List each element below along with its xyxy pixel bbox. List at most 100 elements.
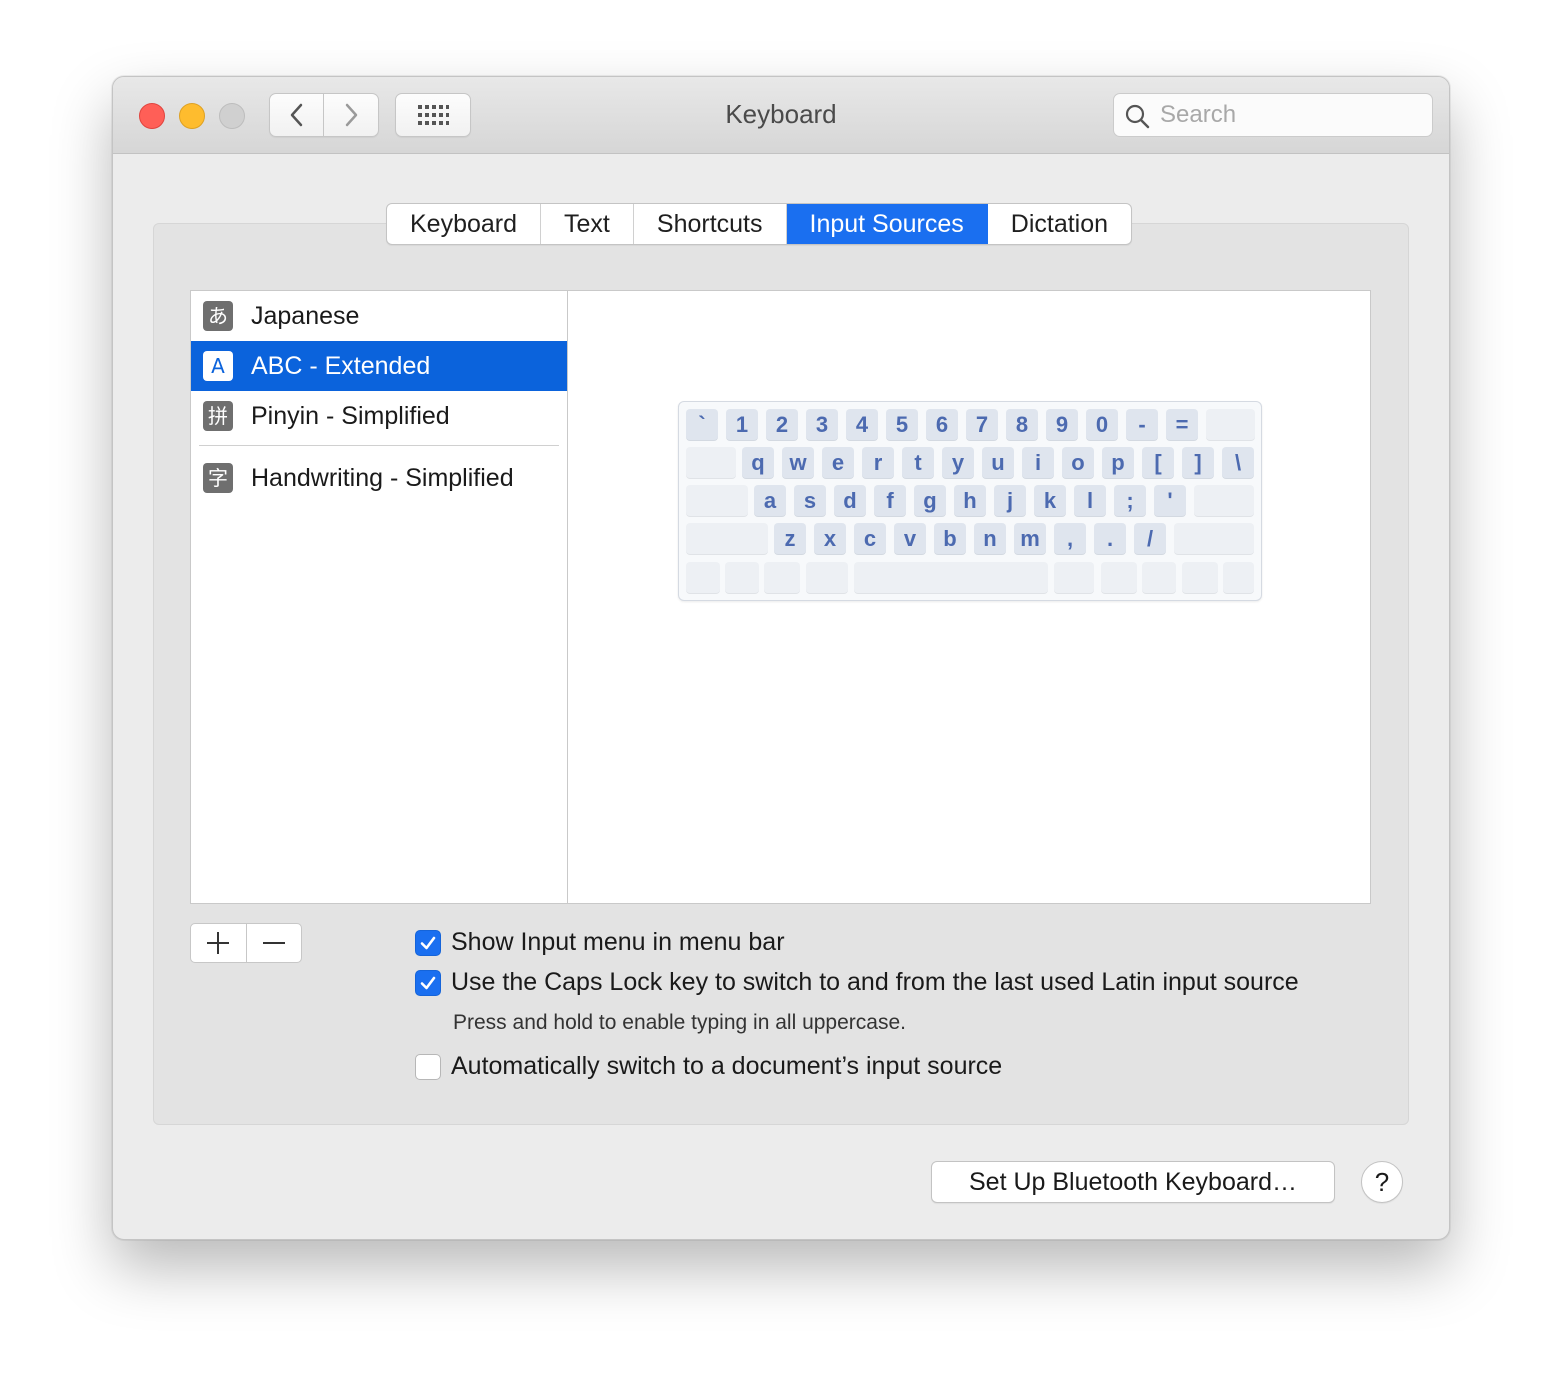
- title-bar: Keyboard: [113, 77, 1449, 154]
- auto-switch-option[interactable]: Automatically switch to a document’s inp…: [415, 1052, 1002, 1081]
- search-icon: [1125, 104, 1150, 129]
- keyboard-key: -: [1126, 409, 1158, 441]
- keyboard-key: r: [862, 447, 894, 479]
- keyboard-key: d: [834, 485, 866, 517]
- keyboard-key: [: [1142, 447, 1174, 479]
- keyboard-key: e: [822, 447, 854, 479]
- keyboard-key: 1: [726, 409, 758, 441]
- tab-text[interactable]: Text: [541, 204, 634, 244]
- keyboard-key: f: [874, 485, 906, 517]
- plus-icon: [207, 932, 230, 954]
- keyboard-key: 8: [1006, 409, 1038, 441]
- remove-input-source-button[interactable]: [247, 924, 302, 962]
- keyboard-key: ,: [1054, 523, 1086, 555]
- keyboard-key: y: [942, 447, 974, 479]
- delete-key: [1206, 409, 1255, 441]
- caps-lock-label: Use the Caps Lock key to switch to and f…: [451, 968, 1299, 996]
- auto-switch-checkbox[interactable]: [415, 1053, 441, 1080]
- modifier-key: [725, 562, 759, 594]
- keyboard-key: l: [1074, 485, 1106, 517]
- keyboard-key: \: [1222, 447, 1254, 479]
- tab-input-sources[interactable]: Input Sources: [786, 204, 988, 244]
- search-input[interactable]: [1158, 98, 1422, 132]
- keyboard-key: m: [1014, 523, 1046, 555]
- tab-dictation[interactable]: Dictation: [988, 204, 1131, 244]
- left-shift-key: [686, 523, 768, 555]
- keyboard-key: /: [1134, 523, 1166, 555]
- checkmark-icon: [420, 936, 436, 949]
- add-remove-control: [190, 923, 302, 963]
- set-up-bluetooth-keyboard-button[interactable]: Set Up Bluetooth Keyboard…: [931, 1161, 1335, 1203]
- keyboard-key: 4: [846, 409, 878, 441]
- keyboard-key: o: [1062, 447, 1094, 479]
- keyboard-preview-pane: ` 1 2 3 4 5 6 7 8 9 0- = q w e r t y u i o p[] \ a s d f g h j k l; ' z x c…: [567, 290, 1371, 904]
- keyboard-key: k: [1034, 485, 1066, 517]
- keyboard-key: ': [1154, 485, 1186, 517]
- show-input-menu-option[interactable]: Show Input menu in menu bar: [415, 928, 785, 957]
- keyboard-key: 9: [1046, 409, 1078, 441]
- abc-letter-icon: A: [203, 351, 233, 381]
- keyboard-preferences-window: Keyboard Keyboard Text Shortcuts Input S…: [112, 76, 1450, 1240]
- tab-bar: Keyboard Text Shortcuts Input Sources Di…: [386, 203, 1133, 245]
- list-item-label: Pinyin - Simplified: [251, 401, 450, 430]
- help-button[interactable]: ?: [1361, 1161, 1403, 1203]
- keyboard-key: .: [1094, 523, 1126, 555]
- keyboard-key: 2: [766, 409, 798, 441]
- caps-lock-checkbox[interactable]: [415, 969, 441, 996]
- list-item-pinyin-simplified[interactable]: 拼 Pinyin - Simplified: [191, 391, 567, 441]
- keyboard-layout-preview: ` 1 2 3 4 5 6 7 8 9 0- = q w e r t y u i o p[] \ a s d f g h j k l; ' z x c…: [678, 401, 1262, 601]
- modifier-key: [686, 562, 720, 594]
- keyboard-key: b: [934, 523, 966, 555]
- auto-switch-label: Automatically switch to a document’s inp…: [451, 1052, 1003, 1080]
- keyboard-key: x: [814, 523, 846, 555]
- caps-lock-option[interactable]: Use the Caps Lock key to switch to and f…: [415, 968, 1299, 997]
- keyboard-key: ]: [1182, 447, 1214, 479]
- search-field[interactable]: [1113, 93, 1433, 137]
- keyboard-key: 5: [886, 409, 918, 441]
- keyboard-key: =: [1166, 409, 1198, 441]
- keyboard-key: i: [1022, 447, 1054, 479]
- input-source-list[interactable]: あ Japanese A ABC - Extended 拼 Pinyin - S…: [190, 290, 567, 904]
- right-shift-key: [1174, 523, 1254, 555]
- caps-lock-key: [686, 485, 748, 517]
- list-item-label: Handwriting - Simplified: [251, 463, 514, 492]
- keyboard-key: z: [774, 523, 806, 555]
- list-item-handwriting-simplified[interactable]: 字 Handwriting - Simplified: [191, 453, 567, 503]
- add-input-source-button[interactable]: [191, 924, 247, 962]
- keyboard-key: s: [794, 485, 826, 517]
- pinyin-character-icon: 拼: [203, 401, 233, 431]
- tab-keyboard[interactable]: Keyboard: [387, 204, 542, 244]
- japanese-hiragana-icon: あ: [203, 301, 233, 331]
- list-item-label: Japanese: [251, 301, 360, 330]
- show-input-menu-checkbox[interactable]: [415, 929, 441, 956]
- minus-icon: [262, 942, 285, 944]
- modifier-key: [1054, 562, 1094, 594]
- tab-shortcuts[interactable]: Shortcuts: [634, 204, 787, 244]
- modifier-key: [1142, 562, 1176, 594]
- list-item-japanese[interactable]: あ Japanese: [191, 291, 567, 341]
- keyboard-key: c: [854, 523, 886, 555]
- show-input-menu-label: Show Input menu in menu bar: [451, 928, 785, 956]
- keyboard-key: p: [1102, 447, 1134, 479]
- modifier-key: [1182, 562, 1218, 594]
- keyboard-key: j: [994, 485, 1026, 517]
- keyboard-key: w: [782, 447, 814, 479]
- modifier-key: [1223, 562, 1254, 594]
- keyboard-key: a: [754, 485, 786, 517]
- keyboard-key: q: [742, 447, 774, 479]
- checkmark-icon: [420, 976, 436, 989]
- keyboard-key: u: [982, 447, 1014, 479]
- keyboard-key: 0: [1086, 409, 1118, 441]
- keyboard-key: v: [894, 523, 926, 555]
- keyboard-key: ;: [1114, 485, 1146, 517]
- list-item-label: ABC - Extended: [251, 351, 431, 380]
- return-key: [1194, 485, 1254, 517]
- tab-key: [686, 447, 736, 479]
- list-item-abc-extended[interactable]: A ABC - Extended: [191, 341, 567, 391]
- keyboard-key: n: [974, 523, 1006, 555]
- modifier-key: [806, 562, 848, 594]
- keyboard-key: `: [686, 409, 718, 441]
- keyboard-key: 6: [926, 409, 958, 441]
- keyboard-key: g: [914, 485, 946, 517]
- list-divider: [199, 445, 559, 446]
